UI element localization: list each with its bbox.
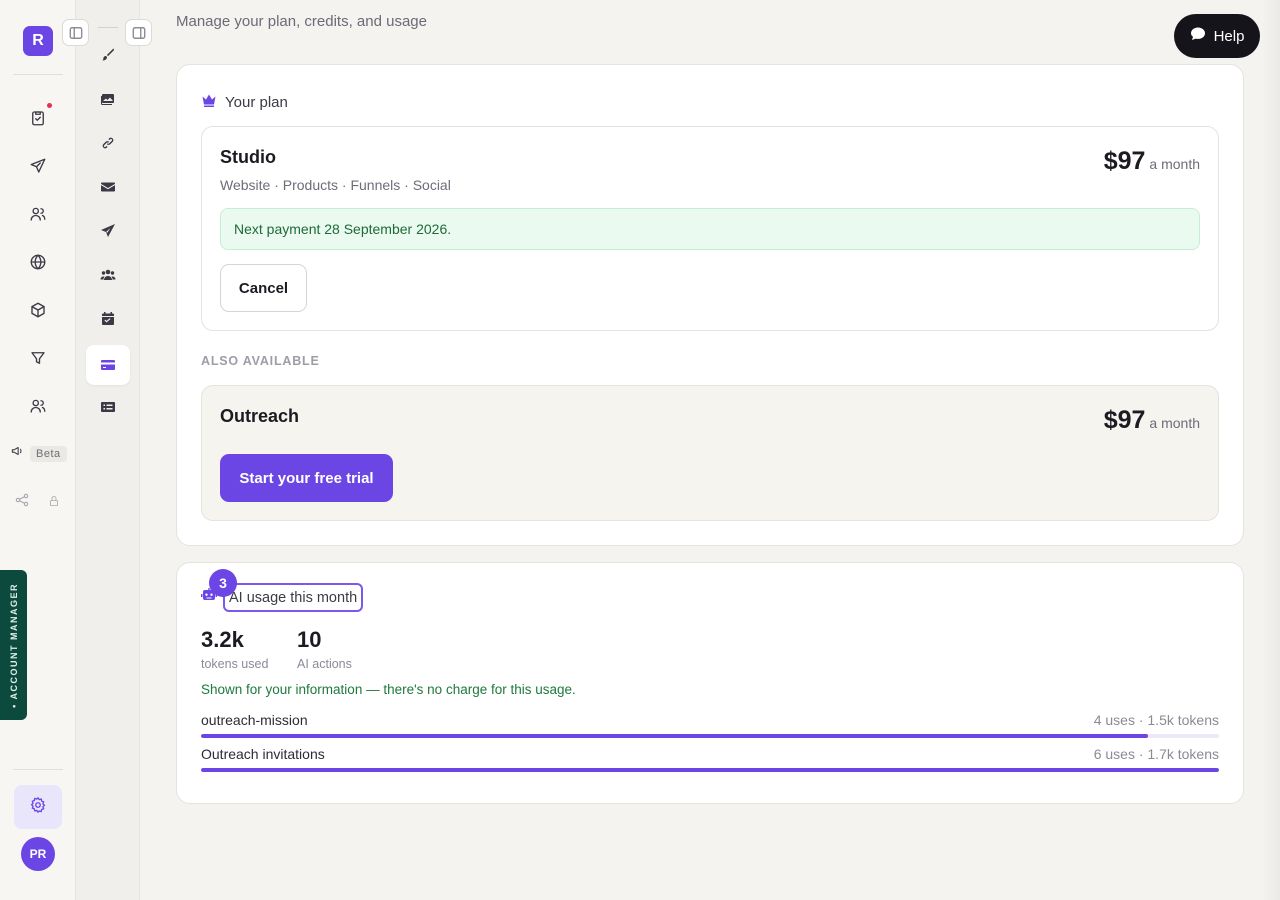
- plan-card: Your plan Studio Website · Products · Fu…: [176, 64, 1244, 546]
- stat-value: 3.2k: [201, 627, 244, 652]
- users-icon: [100, 269, 116, 280]
- current-plan-name: Studio: [220, 147, 276, 167]
- actions-stat: 10 AI actions: [297, 627, 352, 671]
- step-badge: 3: [209, 569, 237, 597]
- tokens-stat: 3.2k tokens used: [201, 627, 268, 671]
- subnav-divider: [98, 27, 118, 28]
- sidebar-divider: [13, 769, 63, 770]
- alternative-plan-box: Outreach $97 a month Start your free tri…: [201, 385, 1219, 521]
- products-icon[interactable]: [26, 298, 50, 322]
- funnel-icon[interactable]: [26, 346, 50, 370]
- sidebar-toggle-icon: [69, 26, 82, 39]
- gallery-icon: [101, 94, 114, 105]
- current-plan-price: $97 a month: [1104, 147, 1200, 176]
- account-manager-tab[interactable]: • ACCOUNT MANAGER: [0, 570, 27, 720]
- usage-row: Outreach invitations 6 uses · 1.7k token…: [201, 746, 1219, 772]
- price-period: a month: [1149, 156, 1200, 172]
- next-payment-notice: Next payment 28 September 2026.: [220, 208, 1200, 250]
- help-label: Help: [1213, 27, 1245, 45]
- usage-section-title: AI usage this month: [223, 583, 364, 612]
- calendar-icon: [102, 312, 114, 325]
- price-amount: $97: [1103, 406, 1146, 434]
- ai-usage-card: AI usage this month 3 3.2k tokens used 1…: [176, 562, 1244, 804]
- page-subtitle: Manage your plan, credits, and usage: [176, 13, 427, 30]
- locked-feature-item[interactable]: [14, 492, 60, 513]
- start-free-trial-button[interactable]: Start your free trial: [220, 454, 393, 502]
- chat-bubble-icon: [1190, 26, 1206, 46]
- mail-icon: [101, 182, 115, 192]
- usage-bar-track: [201, 768, 1219, 772]
- current-plan-box: Studio Website · Products · Funnels · So…: [201, 126, 1219, 331]
- paper-plane-icon: [101, 224, 115, 237]
- alternative-plan-price: $97 a month: [1104, 406, 1200, 435]
- alternative-plan-name: Outreach: [220, 406, 300, 426]
- tasks-icon[interactable]: [26, 106, 50, 130]
- plan-section-title: Your plan: [225, 93, 288, 111]
- usage-bar-fill: [201, 734, 1148, 738]
- no-charge-note: Shown for your information — there's no …: [201, 682, 576, 697]
- price-period: a month: [1149, 415, 1200, 431]
- stat-label: tokens used: [201, 657, 269, 671]
- settings-button[interactable]: [14, 785, 62, 829]
- stat-label: AI actions: [297, 657, 352, 671]
- cancel-button[interactable]: Cancel: [220, 264, 307, 312]
- stat-value: 10: [297, 627, 322, 652]
- also-available-label: ALSO AVAILABLE: [201, 354, 320, 368]
- user-avatar[interactable]: PR: [21, 837, 55, 871]
- workspace-logo[interactable]: R: [23, 26, 53, 56]
- subnav-media[interactable]: [86, 79, 130, 119]
- subnav-team[interactable]: [86, 255, 130, 295]
- page-edge-shadow: [1262, 0, 1280, 900]
- gear-icon: [29, 796, 47, 819]
- help-button[interactable]: Help: [1174, 14, 1260, 58]
- megaphone-icon: [10, 444, 24, 463]
- account-manager-label: • ACCOUNT MANAGER: [8, 582, 19, 708]
- sidebar-divider: [13, 74, 63, 75]
- brush-icon: [102, 48, 114, 61]
- usage-row-meta: 4 uses · 1.5k tokens: [1093, 712, 1219, 728]
- form-icon: [101, 402, 115, 412]
- crown-icon: [201, 92, 217, 112]
- subnav-forms[interactable]: [86, 387, 130, 427]
- collapse-sidebar-button[interactable]: [62, 19, 89, 46]
- lock-icon: [48, 494, 60, 512]
- usage-bar-fill: [201, 768, 1219, 772]
- usage-bar-track: [201, 734, 1219, 738]
- globe-icon[interactable]: [26, 250, 50, 274]
- team-icon[interactable]: [26, 394, 50, 418]
- usage-row-name: outreach-mission: [201, 712, 308, 728]
- credit-card-icon: [101, 360, 115, 370]
- subnav-billing[interactable]: [86, 345, 130, 385]
- notification-dot: [47, 103, 52, 108]
- share-icon: [14, 492, 30, 513]
- primary-sidebar: R Beta • ACCOUNT MANAGER PR: [0, 0, 76, 900]
- current-plan-features: Website · Products · Funnels · Social: [220, 177, 451, 193]
- price-amount: $97: [1103, 147, 1146, 175]
- subnav-calendar[interactable]: [86, 299, 130, 339]
- subnav-outreach[interactable]: [86, 211, 130, 251]
- beta-badge: Beta: [30, 445, 67, 462]
- contacts-icon[interactable]: [26, 202, 50, 226]
- sidebar-toggle-icon: [132, 26, 145, 39]
- usage-row-name: Outreach invitations: [201, 746, 325, 762]
- usage-row-meta: 6 uses · 1.7k tokens: [1093, 746, 1219, 762]
- subnav-branding[interactable]: [86, 35, 130, 75]
- usage-row: outreach-mission 4 uses · 1.5k tokens: [201, 712, 1219, 738]
- beta-feature-item[interactable]: Beta: [10, 444, 67, 463]
- send-icon[interactable]: [26, 154, 50, 178]
- plan-section-header: Your plan: [201, 92, 288, 112]
- link-icon: [102, 137, 114, 149]
- subnav-email[interactable]: [86, 167, 130, 207]
- subnav-domains[interactable]: [86, 123, 130, 163]
